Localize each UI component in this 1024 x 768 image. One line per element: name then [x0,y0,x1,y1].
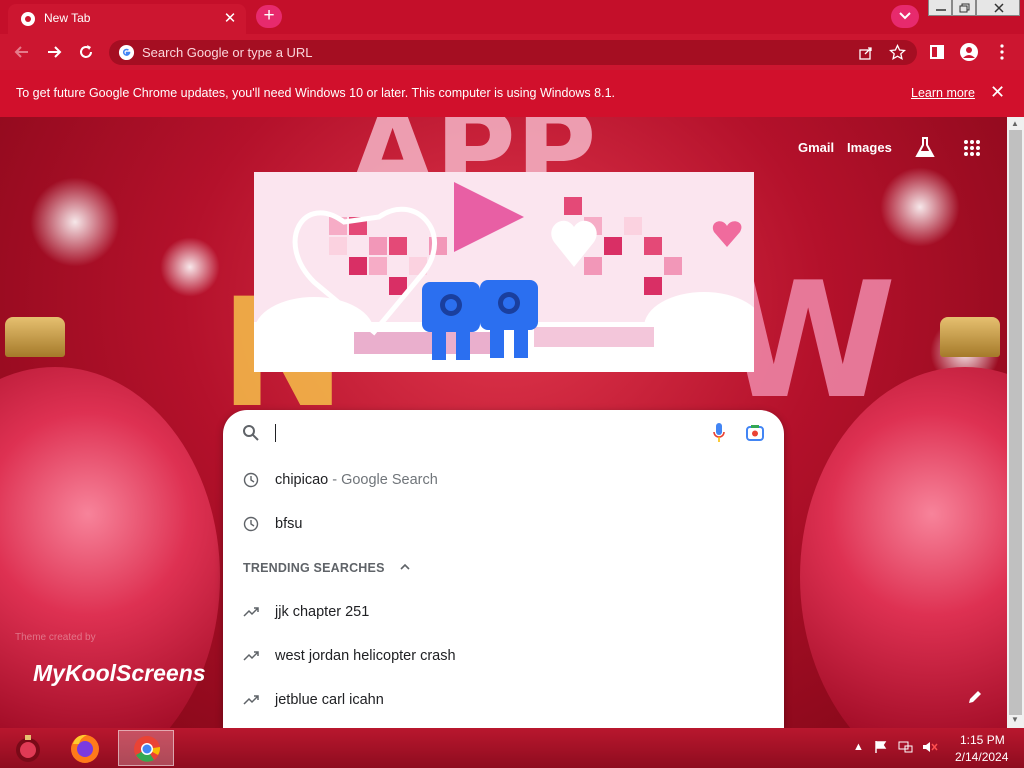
windows-taskbar: ▲ [0,728,1024,768]
close-icon [994,3,1004,13]
omnibox[interactable]: Search Google or type a URL [109,40,917,65]
trending-item[interactable]: west jordan helicopter crash [223,636,784,676]
back-icon[interactable] [12,42,32,62]
tab-close-icon[interactable]: ✕ [220,9,240,29]
chevron-down-icon [899,12,911,20]
ornament-cap-decoration [5,317,65,357]
scrollbar-thumb[interactable] [1009,130,1022,715]
suggestion-text: chipicao - Google Search [275,472,438,488]
search-icon [243,425,259,441]
voice-search-icon[interactable] [712,422,726,444]
menu-kebab-icon[interactable] [992,42,1012,62]
clock-time[interactable]: 1:15 PM [960,733,1005,747]
close-window-button[interactable] [976,0,1020,16]
tab-new-tab[interactable]: New Tab ✕ [8,4,246,34]
chrome-labs-icon[interactable] [914,136,936,160]
suggestion-item[interactable]: bfsu [223,504,784,544]
suggestion-text: bfsu [275,516,303,532]
learn-more-link[interactable]: Learn more [911,86,975,100]
clock-date[interactable]: 2/14/2024 [955,750,1008,764]
trending-icon [243,695,259,705]
scroll-down-icon[interactable]: ▼ [1011,715,1019,724]
start-button-icon[interactable] [8,730,64,766]
new-tab-button[interactable]: + [256,5,282,28]
tab-strip: New Tab ✕ + [0,0,1024,34]
volume-muted-icon[interactable] [922,740,938,754]
text-cursor [275,424,276,442]
trending-searches-header: TRENDING SEARCHES [243,561,385,575]
restore-icon [959,3,970,13]
suggestion-item[interactable]: chipicao - Google Search [223,460,784,500]
gmail-link[interactable]: Gmail [798,140,834,155]
google-apps-grid-icon[interactable] [963,139,981,157]
scroll-up-icon[interactable]: ▲ [1011,119,1019,128]
doodle-artwork [254,182,754,372]
ornament-cap-decoration [940,317,1000,357]
taskbar-chrome-button[interactable] [118,730,174,766]
images-link[interactable]: Images [847,140,892,155]
trending-text: jetblue carl icahn [275,692,384,708]
sparkle-decoration [160,237,220,297]
trending-item[interactable]: jetblue carl icahn [223,680,784,720]
google-g-icon [118,44,135,61]
restore-button[interactable] [952,0,976,16]
chevron-up-icon[interactable] [399,562,411,572]
trending-text: west jordan helicopter crash [275,648,456,664]
ntp-search-dropdown: chipicao - Google Search bfsu TRENDING S… [223,410,784,728]
minimize-icon [936,9,946,11]
tab-search-button[interactable] [891,5,919,28]
minimize-button[interactable] [928,0,952,16]
chrome-icon [21,12,35,26]
side-panel-icon[interactable] [927,42,947,62]
google-doodle[interactable] [254,172,754,372]
trending-icon [243,607,259,617]
omnibox-placeholder: Search Google or type a URL [142,45,313,60]
sparkle-decoration [880,167,960,247]
infobar-close-icon[interactable]: ✕ [990,82,1005,103]
history-icon [243,516,259,532]
theme-credit-label: Theme created by [15,632,96,643]
update-infobar: To get future Google Chrome updates, you… [0,70,1024,117]
trending-text: jjk chapter 251 [275,604,370,620]
ntp-search-input[interactable] [273,420,693,446]
customize-pencil-icon[interactable] [966,688,984,706]
page-scrollbar[interactable]: ▲ ▼ [1007,117,1024,728]
sparkle-decoration [30,177,120,267]
google-lens-icon[interactable] [745,423,765,443]
share-icon[interactable] [858,45,874,61]
firefox-icon[interactable] [62,730,118,766]
action-center-flag-icon[interactable] [874,740,888,754]
infobar-message: To get future Google Chrome updates, you… [16,86,615,100]
network-icon[interactable] [898,740,914,754]
trending-item[interactable]: jjk chapter 251 [223,592,784,632]
bookmark-star-icon[interactable] [889,44,906,61]
history-icon [243,472,259,488]
reload-icon[interactable] [76,42,96,62]
profile-avatar-icon[interactable] [959,42,979,62]
forward-icon[interactable] [44,42,64,62]
trending-icon [243,651,259,661]
tray-overflow-icon[interactable]: ▲ [853,741,864,753]
tab-title: New Tab [44,11,91,25]
chrome-icon [134,736,161,762]
theme-brand-link[interactable]: MyKoolScreens [33,660,223,687]
